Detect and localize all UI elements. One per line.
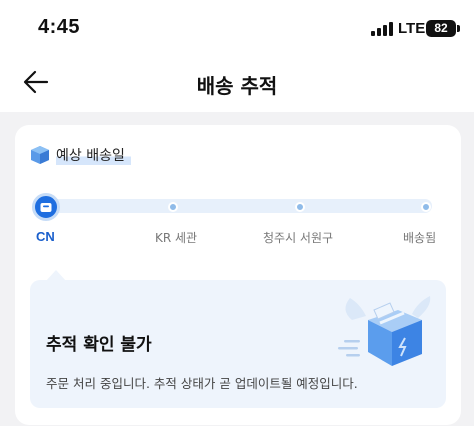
current-stage-marker bbox=[32, 193, 60, 221]
page-title: 배송 추적 bbox=[196, 74, 278, 98]
notice-title: 추적 확인 불가 bbox=[46, 335, 152, 355]
stage-label-delivered: 배송됨 bbox=[403, 231, 437, 245]
stage-label-kr-customs: KR 세관 bbox=[155, 231, 198, 245]
tracking-notice: 추적 확인 불가 주문 처리 중입니다. 추적 상태가 곧 업데이트될 예정입니… bbox=[30, 280, 446, 408]
tracking-card: 예상 배송일 CN KR 세관 청주시 서원구 배송됨 추적 확인 불가 주문 … bbox=[15, 125, 461, 425]
progress-track bbox=[40, 199, 432, 213]
stage-dot-delivered bbox=[421, 202, 431, 212]
signal-icon bbox=[371, 22, 393, 36]
stage-dot-cheongju bbox=[295, 202, 305, 212]
flying-box-icon bbox=[338, 296, 431, 366]
top-bar: 4:45 LTE 82 배송 추적 bbox=[0, 0, 474, 112]
status-time: 4:45 bbox=[38, 16, 81, 38]
eta-label: 예상 배송일 bbox=[56, 145, 131, 165]
stage-dot-kr-customs bbox=[168, 202, 178, 212]
battery-cap bbox=[457, 25, 460, 32]
stage-label-cheongju: 청주시 서원구 bbox=[263, 231, 334, 245]
package-icon bbox=[31, 146, 49, 164]
battery-icon: 82 bbox=[426, 20, 456, 37]
package-icon bbox=[40, 203, 52, 212]
stage-label-cn: CN bbox=[36, 229, 55, 244]
notice-message: 주문 처리 중입니다. 추적 상태가 곧 업데이트될 예정입니다. bbox=[46, 376, 358, 391]
network-label: LTE bbox=[398, 20, 426, 37]
